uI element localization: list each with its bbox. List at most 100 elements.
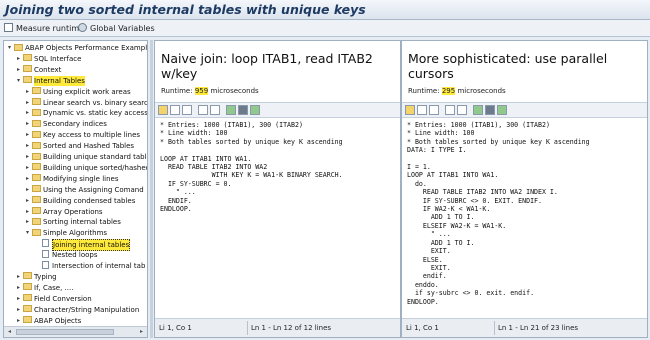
scroll-thumb[interactable] (16, 329, 114, 335)
navigation-tree: ▾ ABAP Objects Performance Examples ▸ SQL I… (3, 40, 148, 338)
measure-runtime-label: Measure runtime (16, 24, 85, 33)
expand-icon[interactable]: ▸ (24, 196, 31, 206)
print-icon[interactable] (485, 105, 495, 115)
expand-icon[interactable]: ▸ (24, 217, 31, 227)
expand-icon[interactable]: ▸ (24, 130, 31, 140)
title-bar: Joining two sorted internal tables with … (0, 0, 650, 20)
left-runtime-label: Runtime: (161, 87, 193, 95)
print-icon[interactable] (238, 105, 248, 115)
right-status-divider (494, 321, 495, 335)
tree-item[interactable]: ▸ Context (15, 65, 61, 75)
expand-icon[interactable]: ▸ (24, 108, 31, 118)
cut-icon[interactable] (405, 105, 415, 115)
expand-icon[interactable]: ▸ (15, 272, 22, 282)
folder-icon (32, 185, 41, 193)
expand-icon[interactable]: ▸ (24, 152, 31, 162)
download-icon[interactable] (250, 105, 260, 115)
tree-item[interactable]: ▸ ABAP Objects (15, 316, 81, 326)
tree-item-label: Building unique standard table (43, 153, 147, 161)
expand-icon[interactable]: ▸ (15, 305, 22, 315)
collapse-icon[interactable]: ▾ (6, 43, 13, 53)
expand-icon[interactable]: ▸ (15, 54, 22, 64)
tree-item[interactable]: ▾ Simple Algorithms (24, 228, 107, 238)
copy-icon[interactable] (417, 105, 427, 115)
copy-icon[interactable] (170, 105, 180, 115)
find-icon[interactable] (198, 105, 208, 115)
left-code-editor[interactable]: * Entries: 1000 (ITAB1), 300 (ITAB2) * L… (155, 119, 400, 319)
expand-icon[interactable]: ▸ (24, 87, 31, 97)
expand-icon[interactable]: ▸ (15, 316, 22, 326)
tree-item[interactable]: ▸ Linear search vs. binary search (24, 98, 147, 108)
download-icon[interactable] (497, 105, 507, 115)
expand-icon[interactable]: ▸ (24, 98, 31, 108)
tree-item-label: Building condensed tables (43, 196, 136, 205)
find-next-icon[interactable] (457, 105, 467, 115)
tree-item[interactable]: ▸ SQL Interface (15, 54, 81, 64)
cut-icon[interactable] (158, 105, 168, 115)
right-code-editor[interactable]: * Entries: 1000 (ITAB1), 300 (ITAB2) * L… (402, 119, 647, 319)
tree-item[interactable]: ▸ Secondary indices (24, 119, 107, 129)
tree-item[interactable]: ▸ Using the Assigning Comand (24, 185, 144, 195)
left-runtime: Runtime: 959 microseconds (161, 87, 259, 95)
pretty-printer-icon[interactable] (473, 105, 483, 115)
expand-icon[interactable]: ▸ (24, 119, 31, 129)
measure-runtime-button[interactable]: Measure runtime (4, 22, 84, 35)
right-runtime-label: Runtime: (408, 87, 440, 95)
folder-icon (32, 108, 41, 116)
tree-item[interactable]: Nested loops (33, 250, 98, 260)
tree-item[interactable]: ▾ ABAP Objects Performance Examples (6, 43, 147, 53)
paste-icon[interactable] (429, 105, 439, 115)
tree-item-label: Sorting internal tables (43, 218, 121, 227)
scroll-right-icon[interactable]: ▸ (137, 328, 146, 336)
tree-item[interactable]: ▸ Character/String Manipulation (15, 305, 139, 315)
tree-item[interactable]: ▸ Building unique sorted/hashed (24, 163, 147, 173)
document-icon (42, 250, 49, 259)
right-runtime-unit: microseconds (457, 87, 506, 95)
scroll-left-icon[interactable]: ◂ (5, 328, 14, 336)
document-icon (42, 261, 49, 269)
expand-icon[interactable]: ▸ (24, 163, 31, 173)
find-next-icon[interactable] (210, 105, 220, 115)
tree-item[interactable]: ▸ Sorted and Hashed Tables (24, 141, 134, 151)
paste-icon[interactable] (182, 105, 192, 115)
tree-item[interactable]: ▸ Array Operations (24, 207, 103, 217)
folder-icon (23, 76, 32, 84)
expand-icon[interactable]: ▸ (15, 283, 22, 293)
splitter-left[interactable] (150, 40, 153, 338)
folder-icon (14, 43, 23, 51)
pretty-printer-icon[interactable] (226, 105, 236, 115)
tree-item[interactable]: ▸ Sorting internal tables (24, 217, 121, 227)
tree-item-label: If, Case, .... (34, 283, 74, 292)
right-example-panel: More sophisticated: use parallel cursors… (401, 40, 648, 338)
collapse-icon[interactable]: ▾ (15, 76, 22, 86)
global-variables-button[interactable]: Global Variables (78, 22, 155, 35)
tree-item[interactable]: ▸ Key access to multiple lines (24, 130, 140, 140)
collapse-icon[interactable]: ▾ (24, 228, 31, 238)
tree-item[interactable]: ▸ Dynamic vs. static key access (24, 108, 147, 118)
tree-item-label: ABAP Objects (34, 316, 82, 325)
tree-item[interactable]: ▸ Field Conversion (15, 294, 92, 304)
global-variables-icon (78, 23, 87, 32)
tree-item[interactable]: ▸ Typing (15, 272, 57, 282)
tree-item-label: Key access to multiple lines (43, 131, 141, 140)
tree-item[interactable]: ▾ Internal Tables (15, 75, 85, 86)
tree-horizontal-scrollbar[interactable]: ◂ ▸ (4, 326, 147, 337)
folder-icon (32, 207, 41, 214)
tree-item[interactable]: ▸ Building condensed tables (24, 196, 135, 206)
expand-icon[interactable]: ▸ (15, 294, 22, 304)
expand-icon[interactable]: ▸ (24, 185, 31, 195)
find-icon[interactable] (445, 105, 455, 115)
tree-item[interactable]: Intersection of internal tab (33, 261, 145, 271)
left-editor-toolbar (155, 103, 400, 118)
tree-item[interactable]: ▸ If, Case, .... (15, 283, 73, 293)
tree-item[interactable]: Joining internal tables (33, 239, 131, 252)
expand-icon[interactable]: ▸ (24, 207, 31, 217)
expand-icon[interactable]: ▸ (15, 65, 22, 75)
folder-icon (32, 163, 41, 171)
tree-item[interactable]: ▸ Modifying single lines (24, 174, 118, 184)
expand-icon[interactable]: ▸ (24, 174, 31, 184)
tree-item[interactable]: ▸ Building unique standard table (24, 152, 147, 162)
folder-icon (23, 305, 32, 313)
expand-icon[interactable]: ▸ (24, 141, 31, 151)
tree-item[interactable]: ▸ Using explicit work areas (24, 87, 131, 97)
